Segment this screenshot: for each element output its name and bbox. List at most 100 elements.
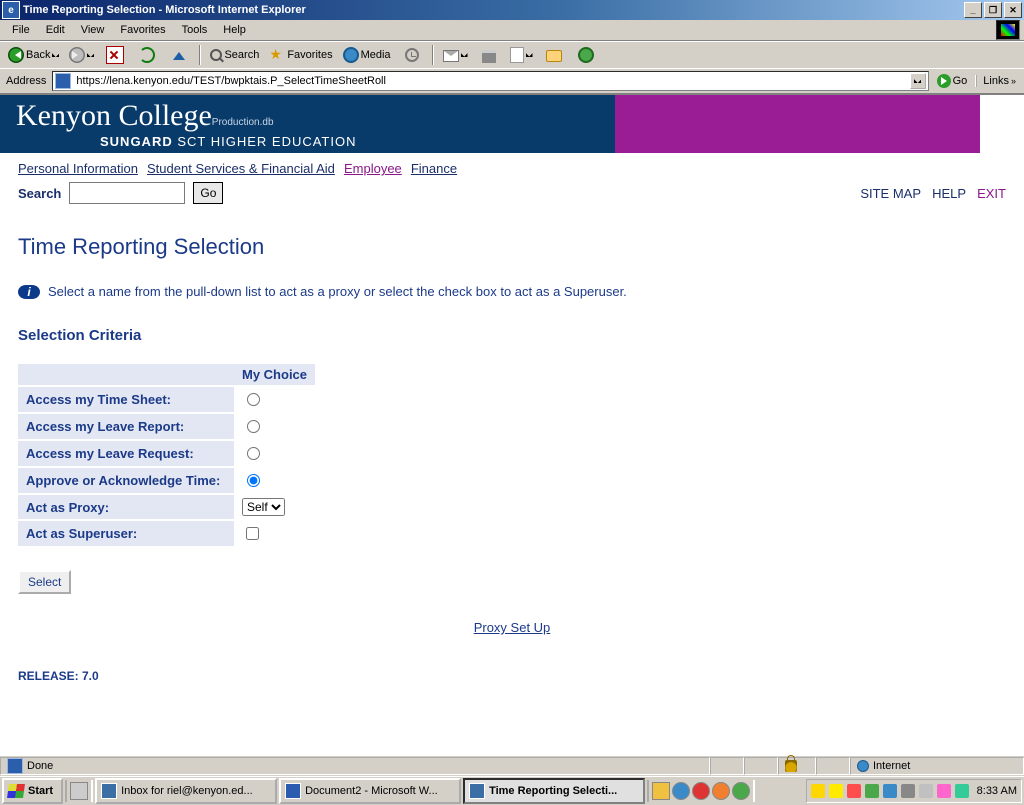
refresh-button[interactable] [132, 43, 162, 67]
radio-leave-report[interactable] [247, 420, 260, 433]
taskbar: Start Inbox for riel@kenyon.ed... Docume… [0, 776, 1024, 805]
mail-icon [443, 50, 459, 62]
row-leave-request: Access my Leave Request: [18, 441, 234, 466]
history-button[interactable] [397, 43, 427, 67]
tray-icon[interactable] [883, 784, 897, 798]
tray-icon[interactable] [937, 784, 951, 798]
search-button[interactable]: Search [206, 43, 263, 67]
stop-icon [106, 46, 124, 64]
link-help[interactable]: HELP [932, 186, 966, 201]
edit-button[interactable] [506, 43, 537, 67]
tab-employee[interactable]: Employee [344, 161, 402, 176]
release-label: RELEASE: 7.0 [18, 669, 1006, 683]
menu-favorites[interactable]: Favorites [112, 22, 173, 38]
tray-icon[interactable] [829, 784, 843, 798]
banner-left: Kenyon CollegeProduction.db SUNGARD SCT … [0, 95, 615, 153]
messenger-button[interactable] [571, 43, 601, 67]
page-icon [7, 758, 23, 774]
print-button[interactable] [474, 43, 504, 67]
links-toolbar[interactable]: Links» [975, 75, 1020, 87]
quick-launch-item[interactable] [70, 782, 88, 800]
quick-launch-item[interactable] [732, 782, 750, 800]
tab-student-services[interactable]: Student Services & Financial Aid [147, 161, 335, 176]
nav-tabs: Personal Information Student Services & … [18, 161, 1006, 176]
checkbox-superuser[interactable] [246, 527, 259, 540]
back-button[interactable]: Back [4, 43, 63, 67]
address-dropdown[interactable] [910, 73, 926, 89]
system-tray: 8:33 AM [806, 779, 1022, 803]
status-zone: Internet [850, 757, 1024, 775]
status-privacy [816, 757, 850, 775]
menu-tools[interactable]: Tools [174, 22, 216, 38]
edit-icon [510, 47, 524, 63]
info-text: Select a name from the pull-down list to… [48, 284, 627, 299]
address-input[interactable] [74, 74, 909, 88]
quick-launch-item[interactable] [652, 782, 670, 800]
chevron-down-icon [87, 53, 94, 57]
radio-approve-time[interactable] [247, 474, 260, 487]
menu-edit[interactable]: Edit [38, 22, 73, 38]
mail-button[interactable] [439, 43, 472, 67]
menu-help[interactable]: Help [215, 22, 254, 38]
row-time-sheet: Access my Time Sheet: [18, 387, 234, 412]
tab-personal-information[interactable]: Personal Information [18, 161, 138, 176]
tray-icon[interactable] [847, 784, 861, 798]
task-word[interactable]: Document2 - Microsoft W... [279, 778, 461, 804]
discuss-icon [546, 50, 562, 62]
page-title: Time Reporting Selection [18, 234, 1006, 260]
quick-launch-item[interactable] [692, 782, 710, 800]
media-button[interactable]: Media [339, 43, 395, 67]
task-ie-active[interactable]: Time Reporting Selecti... [463, 778, 645, 804]
info-line: i Select a name from the pull-down list … [18, 284, 1006, 299]
quick-launch-item[interactable] [672, 782, 690, 800]
search-go-button[interactable]: Go [193, 182, 223, 204]
stop-button[interactable] [100, 43, 130, 67]
proxy-select[interactable]: Self [242, 498, 285, 516]
tray-clock[interactable]: 8:33 AM [973, 785, 1017, 797]
tray-icon[interactable] [865, 784, 879, 798]
search-input[interactable] [69, 182, 185, 204]
tray-icon[interactable] [919, 784, 933, 798]
home-button[interactable] [164, 43, 194, 67]
app-icon [469, 783, 485, 799]
discuss-button[interactable] [539, 43, 569, 67]
star-icon: ★ [269, 47, 285, 63]
radio-time-sheet[interactable] [247, 393, 260, 406]
tray-icon[interactable] [901, 784, 915, 798]
quick-launch-item[interactable] [712, 782, 730, 800]
close-button[interactable]: ✕ [1004, 2, 1022, 18]
select-button[interactable]: Select [18, 570, 71, 594]
link-sitemap[interactable]: SITE MAP [860, 186, 921, 201]
tray-icon[interactable] [955, 784, 969, 798]
search-icon [210, 49, 222, 61]
forward-button[interactable] [65, 43, 98, 67]
criteria-table: My Choice Access my Time Sheet: Access m… [18, 362, 315, 548]
sungard-label: SUNGARD SCT HIGHER EDUCATION [100, 134, 357, 149]
go-button[interactable]: Go [933, 69, 972, 93]
menu-file[interactable]: File [4, 22, 38, 38]
favorites-button[interactable]: ★Favorites [265, 43, 336, 67]
task-outlook[interactable]: Inbox for riel@kenyon.ed... [95, 778, 277, 804]
search-label: Search [18, 186, 61, 201]
toolbar-separator [199, 45, 201, 65]
link-proxy-setup[interactable]: Proxy Set Up [474, 620, 551, 635]
tab-finance[interactable]: Finance [411, 161, 457, 176]
lock-icon [785, 760, 797, 772]
page-viewport[interactable]: Kenyon CollegeProduction.db SUNGARD SCT … [0, 94, 1024, 755]
chevron-down-icon [914, 79, 921, 83]
radio-leave-request[interactable] [247, 447, 260, 460]
address-bar: Address Go Links» [0, 69, 1024, 94]
menu-view[interactable]: View [73, 22, 113, 38]
history-icon [405, 48, 419, 62]
status-empty [710, 757, 744, 775]
page-content: Personal Information Student Services & … [0, 153, 1024, 693]
restore-button[interactable]: ❐ [984, 2, 1002, 18]
search-row: Search Go [18, 182, 223, 204]
app-icon [101, 783, 117, 799]
minimize-button[interactable]: _ [964, 2, 982, 18]
utility-links: SITE MAP HELP EXIT [852, 186, 1006, 201]
address-box[interactable] [52, 71, 928, 91]
link-exit[interactable]: EXIT [977, 186, 1006, 201]
tray-icon[interactable] [811, 784, 825, 798]
start-button[interactable]: Start [2, 778, 63, 804]
